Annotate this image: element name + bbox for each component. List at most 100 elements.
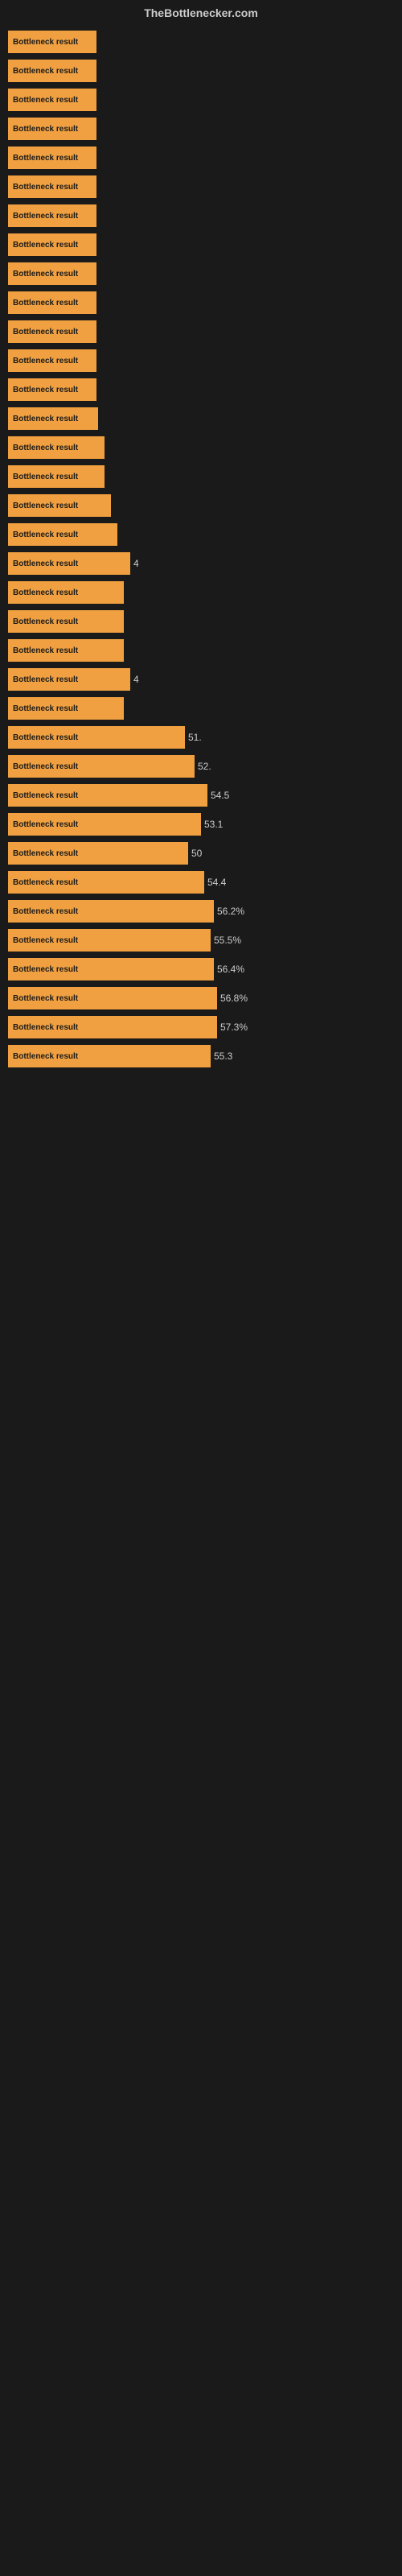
bar-row: Bottleneck result <box>8 262 394 285</box>
bar-label: Bottleneck result <box>8 668 96 691</box>
bar-label: Bottleneck result <box>8 813 96 836</box>
bar-row: Bottleneck result 53.1 <box>8 813 394 836</box>
bar-fill: Bottleneck result <box>8 233 79 256</box>
bar-value: 51. <box>188 732 202 743</box>
bar-row: Bottleneck result56.2% <box>8 900 394 923</box>
bar-row: Bottleneck result <box>8 610 394 633</box>
bar-fill: Bottleneck result <box>8 726 185 749</box>
bar-label: Bottleneck result <box>8 494 96 517</box>
bar-fill: Bottleneck result <box>8 871 204 894</box>
bar-row: Bottleneck result 55.5% <box>8 929 394 952</box>
bar-fill: Bottleneck result <box>8 958 214 980</box>
bar-label: Bottleneck result <box>8 552 96 575</box>
bar-row: Bottleneck result 57.3% <box>8 1016 394 1038</box>
bar-fill: Bottleneck result <box>8 291 79 314</box>
bar-fill: Bottleneck result <box>8 118 79 140</box>
bar-label: Bottleneck result <box>8 581 96 604</box>
bar-row: Bottleneck result <box>8 118 394 140</box>
bar-label: Bottleneck result <box>8 755 96 778</box>
bar-label: Bottleneck result <box>8 871 96 894</box>
bar-row: Bottleneck result 51. <box>8 726 394 749</box>
bar-fill: Bottleneck result <box>8 465 105 488</box>
bar-label: Bottleneck result <box>8 60 96 82</box>
bar-row: Bottleneck result <box>8 436 394 459</box>
bar-fill: Bottleneck result <box>8 523 117 546</box>
bar-label: Bottleneck result <box>8 639 96 662</box>
bar-fill: Bottleneck result <box>8 407 98 430</box>
site-title: TheBottlenecker.com <box>0 0 402 23</box>
bar-label: Bottleneck result <box>8 407 96 430</box>
bar-row: Bottleneck result 56.8% <box>8 987 394 1009</box>
bar-fill: Bottleneck result <box>8 755 195 778</box>
bar-row: Bottleneck result <box>8 204 394 227</box>
bar-label: Bottleneck result <box>8 697 96 720</box>
bar-fill: Bottleneck result <box>8 262 79 285</box>
bar-fill: Bottleneck result <box>8 784 207 807</box>
bar-label: Bottleneck result <box>8 465 96 488</box>
bar-fill: Bottleneck result <box>8 60 79 82</box>
bar-label: Bottleneck result <box>8 1045 96 1067</box>
bar-label: Bottleneck result <box>8 204 96 227</box>
bar-fill: Bottleneck result <box>8 494 111 517</box>
bar-label: Bottleneck result <box>8 1016 96 1038</box>
bar-row: Bottleneck result 50 <box>8 842 394 865</box>
bar-value: 54.4 <box>207 877 226 888</box>
bar-row: Bottleneck result56.4% <box>8 958 394 980</box>
bar-label: Bottleneck result <box>8 378 96 401</box>
bar-value: 53.1 <box>204 819 223 830</box>
bar-label: Bottleneck result <box>8 987 96 1009</box>
bar-label: Bottleneck result <box>8 118 96 140</box>
bar-row: Bottleneck result <box>8 523 394 546</box>
bar-row: Bottleneck result4 <box>8 552 394 575</box>
bar-value: 55.5% <box>214 935 241 946</box>
bar-fill: Bottleneck result <box>8 987 217 1009</box>
bar-label: Bottleneck result <box>8 958 96 980</box>
bar-row: Bottleneck result <box>8 639 394 662</box>
bar-label: Bottleneck result <box>8 291 96 314</box>
bar-fill: Bottleneck result <box>8 320 85 343</box>
bar-fill: Bottleneck result <box>8 813 201 836</box>
bar-value: 54.5 <box>211 790 229 801</box>
bar-label: Bottleneck result <box>8 233 96 256</box>
bar-row: Bottleneck result <box>8 60 394 82</box>
bar-label: Bottleneck result <box>8 900 96 923</box>
bar-row: Bottleneck result <box>8 320 394 343</box>
bar-fill: Bottleneck result <box>8 900 214 923</box>
bar-fill: Bottleneck result <box>8 929 211 952</box>
bar-row: Bottleneck result <box>8 147 394 169</box>
bar-row: Bottleneck result <box>8 31 394 53</box>
bar-label: Bottleneck result <box>8 842 96 865</box>
bar-value: 56.8% <box>220 993 248 1004</box>
bar-value: 57.3% <box>220 1022 248 1033</box>
bar-fill: Bottleneck result <box>8 842 188 865</box>
bar-fill: Bottleneck result <box>8 1016 217 1038</box>
bar-label: Bottleneck result <box>8 929 96 952</box>
bar-row: Bottleneck result 52. <box>8 755 394 778</box>
bar-label: Bottleneck result <box>8 320 96 343</box>
bar-fill: Bottleneck result <box>8 378 92 401</box>
bar-fill: Bottleneck result <box>8 1045 211 1067</box>
bar-label: Bottleneck result <box>8 610 96 633</box>
bar-value: 52. <box>198 761 211 772</box>
bar-row: Bottleneck result <box>8 349 394 372</box>
bar-fill: Bottleneck result <box>8 89 79 111</box>
bar-fill: Bottleneck result <box>8 581 124 604</box>
bar-row: Bottleneck result <box>8 378 394 401</box>
bar-value: 50 <box>191 848 202 859</box>
bar-fill: Bottleneck result <box>8 175 79 198</box>
bar-fill: Bottleneck result <box>8 610 124 633</box>
bar-label: Bottleneck result <box>8 523 96 546</box>
chart-area: Bottleneck resultBottleneck resultBottle… <box>0 23 402 1082</box>
bar-row: Bottleneck result <box>8 175 394 198</box>
bar-label: Bottleneck result <box>8 31 96 53</box>
bar-fill: Bottleneck result <box>8 668 130 691</box>
bar-row: Bottleneck result <box>8 89 394 111</box>
bar-fill: Bottleneck result <box>8 639 124 662</box>
bar-value: 4 <box>133 674 139 685</box>
bar-fill: Bottleneck result <box>8 552 130 575</box>
bar-fill: Bottleneck result <box>8 147 79 169</box>
bar-fill: Bottleneck result <box>8 436 105 459</box>
bar-row: Bottleneck result <box>8 697 394 720</box>
bar-label: Bottleneck result <box>8 436 96 459</box>
bar-label: Bottleneck result <box>8 726 96 749</box>
